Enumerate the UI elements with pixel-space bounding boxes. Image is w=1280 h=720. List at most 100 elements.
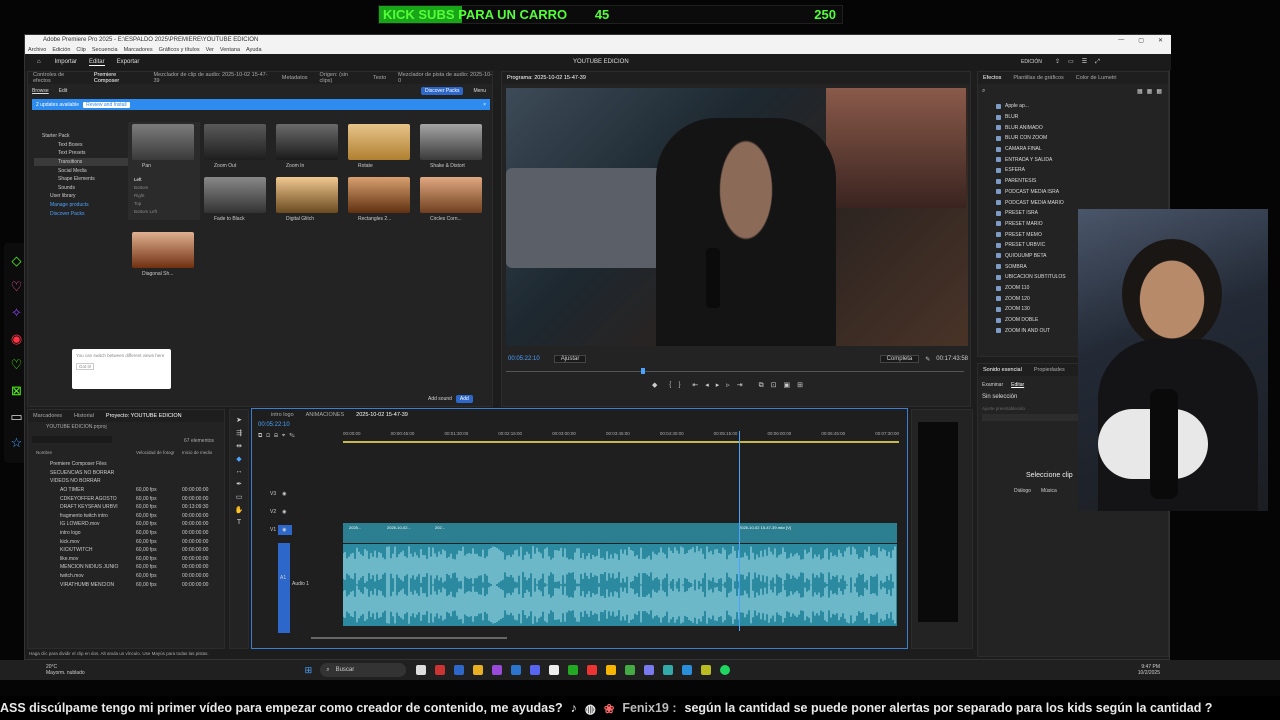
timeline-timecode[interactable]: 00:05:22:10 (258, 422, 290, 428)
program-timecode[interactable]: 00:05:22:10 (508, 356, 540, 362)
tree-user-library[interactable]: User library (34, 192, 129, 201)
thumb-circles-corner[interactable] (420, 177, 482, 213)
menu-graficos[interactable]: Gráficos y títulos (159, 47, 200, 53)
minimize-button[interactable]: — (1118, 37, 1124, 44)
tab-animaciones[interactable]: ANIMACIONES (306, 412, 345, 418)
tab-properties[interactable]: Propiedades (1034, 367, 1065, 373)
col-fps[interactable]: Velocidad de fotogr (136, 450, 182, 455)
tree-social-media[interactable]: Social Media (34, 166, 129, 175)
app-icon[interactable] (625, 665, 636, 675)
list-item[interactable]: MENCION NIDIUS JUNIO 60,00 fps 00:00:00:00 (36, 563, 224, 572)
menu-ver[interactable]: Ver (206, 47, 214, 53)
menu-ventana[interactable]: Ventana (220, 47, 240, 53)
menu-archivo[interactable]: Archivo (28, 47, 46, 53)
track-label-a1[interactable]: A1 (280, 575, 286, 581)
work-area-bar[interactable] (343, 441, 899, 443)
weather-widget[interactable]: 20°C Mayorm. nublado (46, 664, 85, 676)
slip-tool-icon[interactable]: ↔ (236, 468, 243, 475)
tab-effects[interactable]: Efectos (983, 75, 1001, 81)
v1-track-clips[interactable]: 2025... 2025-10-02... 202... 2025-10-02 … (343, 523, 897, 543)
menu-marcadores[interactable]: Marcadores (124, 47, 153, 53)
tab-history[interactable]: Historial (74, 413, 94, 419)
razor-tool-icon[interactable]: ◆ (236, 455, 241, 463)
subtab-browse[interactable]: Browse (32, 88, 49, 94)
subtab-edit[interactable]: Edit (59, 88, 68, 94)
pan-option-bottom-left[interactable]: Bottom Left (134, 209, 194, 214)
app-icon[interactable] (682, 665, 693, 675)
timeline-tool-icons[interactable]: ⧉⊡⊟⌖✎ (258, 433, 299, 440)
effect-item[interactable]: PARENTESIS (996, 176, 1166, 187)
tab-essential-sound[interactable]: Sonido esencial (983, 367, 1022, 373)
tree-starter-pack[interactable]: Starter Pack (34, 132, 129, 141)
type-tool-icon[interactable]: T (237, 519, 241, 526)
subtab-editar[interactable]: Editar (1011, 382, 1024, 388)
program-scrubber[interactable] (506, 371, 964, 372)
thumb-zoom-in[interactable] (276, 124, 338, 160)
edge-icon[interactable] (454, 665, 465, 675)
thumb-zoom-out[interactable] (204, 124, 266, 160)
list-item[interactable]: VIRATHUMB MENCION 60,00 fps 00:00:00:00 (36, 580, 224, 589)
thumb-shake-distort[interactable] (420, 124, 482, 160)
tab-lumetri[interactable]: Color de Lumetri (1076, 75, 1117, 81)
pen-tool-icon[interactable]: ✒ (236, 480, 242, 488)
program-title[interactable]: Programa: 2025-10-02 15-47-39 (507, 75, 586, 81)
effect-item[interactable]: Apple ap... (996, 101, 1166, 112)
app-icon[interactable] (663, 665, 674, 675)
music-button[interactable]: Música (1041, 488, 1057, 494)
thumb-rectangles[interactable] (348, 177, 410, 213)
tree-text-presets[interactable]: Text Presets (34, 149, 129, 158)
effect-item[interactable]: BLUR CON ZOOM (996, 133, 1166, 144)
col-name[interactable]: Nombre (36, 450, 136, 455)
windows-start-icon[interactable]: ⊞ (305, 665, 313, 676)
app-icon[interactable] (701, 665, 712, 675)
tab-markers[interactable]: Marcadores (33, 413, 62, 419)
composer-menu-button[interactable]: Menu (473, 88, 486, 94)
app-icon[interactable] (435, 665, 446, 675)
eye-icon[interactable]: ◉ (282, 527, 286, 533)
tab-effect-controls[interactable]: Controles de efectos (33, 72, 82, 84)
eye-icon[interactable]: ◉ (282, 509, 286, 515)
tooltip-got-it-button[interactable]: Got it! (76, 363, 94, 370)
tree-manage-products[interactable]: Manage products (34, 201, 129, 210)
discord-icon[interactable] (530, 665, 541, 675)
menu-clip[interactable]: Clip (76, 47, 85, 53)
close-button[interactable]: ✕ (1158, 37, 1163, 44)
effect-item[interactable]: BLUR ANIMADO (996, 122, 1166, 133)
menu-edicion[interactable]: Edición (52, 47, 70, 53)
dialog-button[interactable]: Diálogo (1014, 488, 1031, 494)
tree-discover-packs[interactable]: Discover Packs (34, 209, 129, 218)
workspace-icons[interactable]: ⇪▭☰⤢ (1055, 58, 1108, 66)
pan-option-top[interactable]: Top (134, 201, 194, 206)
list-item[interactable]: kick.mov 60,00 fps 00:00:00:00 (36, 537, 224, 546)
maximize-button[interactable]: ▢ (1138, 37, 1144, 44)
taskbar-search[interactable]: ⌕ Buscar (320, 663, 407, 677)
list-item[interactable]: CDKEYOFFER AGOSTO 60,00 fps 00:00:00:00 (36, 494, 224, 503)
taskbar-clock[interactable]: 9:47 PM 10/2/2025 (1138, 664, 1160, 676)
chrome-icon[interactable] (606, 665, 617, 675)
list-item[interactable]: twitch.mov 60,00 fps 00:00:00:00 (36, 572, 224, 581)
tab-project[interactable]: Proyecto: YOUTUBE EDICION (106, 413, 182, 419)
timeline-ruler[interactable]: 00:00:00 00:00:45:00 00:01:30:00 00:02:15:0… (343, 431, 899, 436)
add-button[interactable]: Add (455, 395, 473, 403)
timeline-playhead[interactable] (739, 431, 740, 631)
list-item[interactable]: like.mov 60,00 fps 00:00:00:00 (36, 555, 224, 564)
obs-icon[interactable] (587, 665, 598, 675)
selection-tool-icon[interactable]: ➤ (236, 416, 242, 424)
track-label-v3[interactable]: V3 (270, 491, 276, 497)
tree-shape-elements[interactable]: Shape Elements (34, 175, 129, 184)
pan-option-bottom[interactable]: Bottom (134, 185, 194, 190)
effect-item[interactable]: PODCAST MEDIA ISRA (996, 187, 1166, 198)
hand-tool-icon[interactable]: ✋ (235, 506, 244, 514)
fit-select[interactable]: Ajustar (553, 355, 587, 363)
thumb-digital-glitch[interactable] (276, 177, 338, 213)
tab-graphic-templates[interactable]: Plantillas de gráficos (1013, 75, 1063, 81)
add-sound-checkbox[interactable]: Add sound (428, 396, 452, 402)
tab-premiere-composer[interactable]: Premiere Composer (94, 72, 142, 84)
list-item[interactable]: AO TIMER 60,00 fps 00:00:00:00 (36, 486, 224, 495)
thumb-pan[interactable] (132, 124, 194, 160)
list-item[interactable]: KICK/TWITCH 60,00 fps 00:00:00:00 (36, 546, 224, 555)
track-label-v2[interactable]: V2 (270, 509, 276, 515)
tab-source[interactable]: Origen: (sin clips) (320, 72, 361, 84)
app-icon[interactable] (549, 665, 560, 675)
app-icon[interactable] (644, 665, 655, 675)
